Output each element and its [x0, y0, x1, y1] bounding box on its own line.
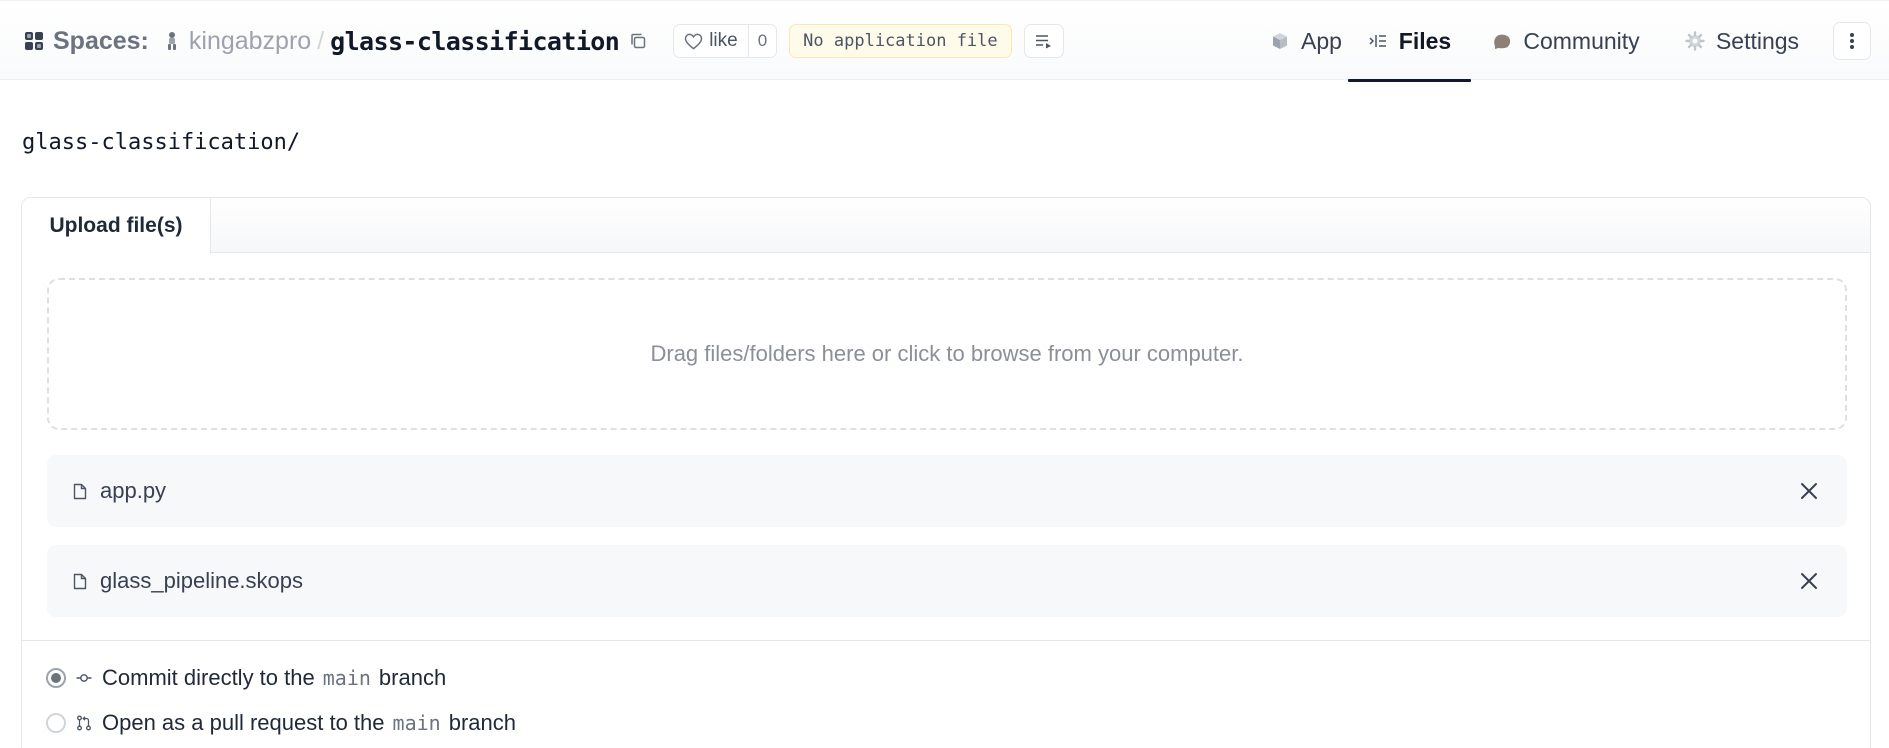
tab-community-label: Community — [1523, 27, 1640, 54]
spaces-logo-icon — [25, 32, 43, 50]
vertical-dots-icon — [1850, 33, 1854, 49]
commit-direct-radio[interactable] — [46, 668, 66, 688]
commit-direct-option[interactable]: Commit directly to the main branch — [46, 663, 446, 693]
like-label: like — [709, 30, 738, 51]
tab-settings-label: Settings — [1715, 27, 1800, 54]
pull-request-radio[interactable] — [46, 713, 66, 733]
spaces-link[interactable]: Spaces: — [53, 27, 149, 56]
commit-direct-suffix: branch — [378, 665, 447, 690]
like-button[interactable]: like — [674, 25, 748, 57]
copy-icon[interactable] — [629, 32, 647, 50]
upload-card: Upload file(s) Drag files/folders here o… — [21, 197, 1871, 748]
commit-direct-text: Commit directly to the — [102, 665, 315, 690]
gear-icon — [1685, 31, 1705, 51]
space-header: Spaces: kingabzpro / glass-classificatio… — [0, 0, 1889, 82]
upload-file-row: glass_pipeline.skops — [47, 545, 1847, 617]
more-options-button[interactable] — [1833, 22, 1871, 60]
tab-app[interactable]: App — [1256, 1, 1356, 81]
branch-name: main — [392, 711, 441, 735]
close-icon[interactable] — [1799, 571, 1819, 591]
like-button-group: like 0 — [673, 24, 778, 58]
file-icon — [73, 483, 87, 499]
heart-icon — [684, 33, 703, 50]
list-icon — [1035, 35, 1051, 49]
path-separator: / — [317, 26, 325, 55]
pull-request-suffix: branch — [448, 710, 516, 735]
tab-files[interactable]: Files — [1348, 1, 1471, 82]
tab-files-label: Files — [1398, 27, 1452, 54]
tab-community[interactable]: Community — [1486, 1, 1646, 81]
pull-request-text: Open as a pull request to the — [102, 710, 385, 735]
logs-button[interactable] — [1023, 24, 1064, 58]
pull-request-option[interactable]: Open as a pull request to the main branc… — [46, 708, 516, 738]
owner-link[interactable]: kingabzpro — [189, 27, 311, 56]
tab-app-label: App — [1301, 27, 1342, 54]
file-dropzone[interactable]: Drag files/folders here or click to brow… — [47, 278, 1847, 430]
upload-tabs: Upload file(s) — [22, 198, 1870, 254]
file-icon — [73, 573, 87, 589]
repo-name-link[interactable]: glass-classification — [330, 27, 620, 56]
files-icon — [1369, 35, 1386, 47]
status-badge: No application file — [789, 24, 1012, 58]
file-name: app.py — [100, 478, 167, 503]
file-name: glass_pipeline.skops — [100, 568, 304, 593]
pull-request-icon — [77, 715, 91, 731]
upload-file-row: app.py — [47, 455, 1847, 527]
close-icon[interactable] — [1799, 481, 1819, 501]
like-count[interactable]: 0 — [747, 25, 776, 57]
cube-icon — [1273, 33, 1288, 49]
commit-icon — [76, 674, 92, 682]
section-divider — [22, 640, 1870, 641]
owner-avatar-icon[interactable] — [165, 31, 179, 51]
current-path: glass-classification/ — [22, 130, 301, 155]
space-title-bar: Spaces: kingabzpro / glass-classificatio… — [24, 1, 1064, 81]
branch-name: main — [322, 666, 371, 690]
community-icon — [1494, 34, 1511, 49]
tab-upload-files[interactable]: Upload file(s) — [22, 198, 211, 254]
tab-settings[interactable]: Settings — [1680, 1, 1804, 81]
